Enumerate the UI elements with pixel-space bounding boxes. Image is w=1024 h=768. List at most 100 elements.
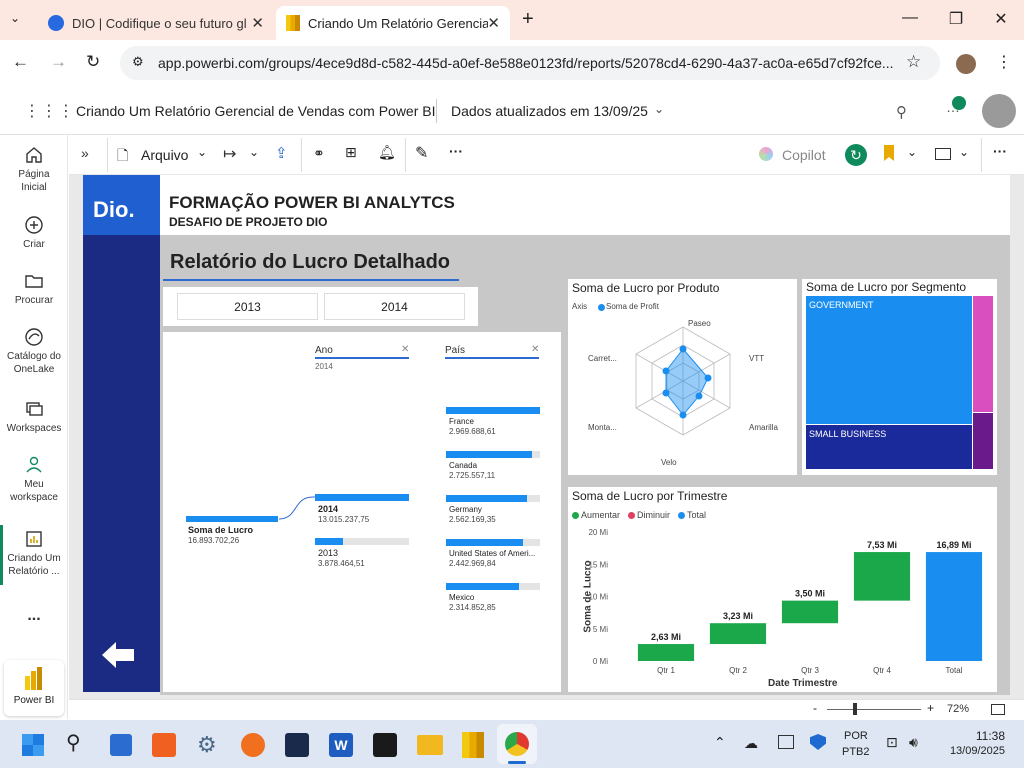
language-code[interactable]: POR <box>844 730 868 742</box>
rail-current-report[interactable]: Criando Um Relatório ... <box>0 529 68 578</box>
security-shield-icon[interactable] <box>810 734 826 750</box>
back-arrow-button[interactable] <box>100 640 136 670</box>
chevron-down-icon[interactable]: ⌄ <box>197 145 207 159</box>
rail-create[interactable]: Criar <box>0 215 68 251</box>
volume-icon[interactable]: 🔊︎ <box>909 734 918 751</box>
waterfall-bar[interactable] <box>709 623 767 645</box>
report-title[interactable]: Criando Um Relatório Gerencial de Vendas… <box>76 103 436 119</box>
treemap-segment-3[interactable] <box>973 296 993 412</box>
app-icon-black[interactable] <box>373 733 397 757</box>
chevron-down-icon[interactable]: ⌄ <box>249 145 259 159</box>
country-bar-track[interactable] <box>446 539 540 546</box>
url-box[interactable]: ⚙ app.powerbi.com/groups/4ece9d8d-c582-4… <box>120 46 940 80</box>
root-bar[interactable] <box>186 516 278 522</box>
onedrive-cloud-icon[interactable]: ☁ <box>744 735 758 752</box>
rail-powerbi[interactable]: Power BI <box>4 660 64 716</box>
share-icon[interactable]: ⇪ <box>275 144 288 162</box>
restore-icon[interactable]: ❐ <box>946 9 966 29</box>
subscribe-icon[interactable]: ⊞ <box>345 144 357 161</box>
export-arrow-icon[interactable]: ↦ <box>223 144 236 164</box>
year-node-value: 13.015.237,75 <box>318 515 370 524</box>
close-tab-icon[interactable]: ✕ <box>487 14 500 32</box>
rail-workspaces[interactable]: Workspaces <box>0 399 68 435</box>
expand-panes-icon[interactable]: » <box>81 145 89 161</box>
rail-more[interactable]: ... <box>0 608 68 624</box>
more-options-icon[interactable]: ··· <box>449 143 463 159</box>
tab-powerbi[interactable]: Criando Um Relatório Gerencial ✕ <box>276 6 510 40</box>
tray-chevron-up-icon[interactable]: ⌃ <box>714 734 726 751</box>
app-launcher-icon[interactable]: ⋮⋮⋮ <box>24 101 75 121</box>
back-icon[interactable]: ← <box>12 52 29 72</box>
search-icon[interactable]: ⚲ <box>66 730 81 755</box>
rail-my-workspace[interactable]: Meu workspace <box>0 455 68 504</box>
profile-avatar[interactable] <box>956 54 976 74</box>
close-window-icon[interactable]: ✕ <box>991 9 1011 29</box>
powerbi-taskbar-icon[interactable] <box>462 732 484 758</box>
waterfall-bar[interactable] <box>925 552 983 661</box>
zoom-slider-thumb[interactable] <box>853 703 857 715</box>
url-text[interactable]: app.powerbi.com/groups/4ece9d8d-c582-445… <box>158 55 894 71</box>
slicer-2013-button[interactable]: 2013 <box>177 293 318 320</box>
search-icon[interactable]: ⚲ <box>896 103 907 121</box>
zoom-out-icon[interactable]: - <box>813 701 817 715</box>
chevron-down-icon[interactable]: ⌄ <box>654 102 664 116</box>
view-icon[interactable] <box>935 148 951 160</box>
country-bar-track[interactable] <box>446 451 540 458</box>
file-menu[interactable]: Arquivo <box>141 147 188 163</box>
country-bar-track[interactable] <box>446 495 540 502</box>
word-icon[interactable]: W <box>329 733 353 757</box>
settings-gear-icon[interactable]: ⚙ <box>197 732 217 758</box>
display-icon[interactable] <box>778 735 794 749</box>
year-bar-track[interactable] <box>315 494 409 501</box>
keyboard-layout[interactable]: PTB2 <box>842 746 870 758</box>
year-bar-track[interactable] <box>315 538 409 545</box>
minimize-icon[interactable]: — <box>900 9 920 27</box>
chrome-icon[interactable] <box>505 732 529 756</box>
windows-start-icon[interactable] <box>22 734 44 756</box>
copilot-button[interactable]: Copilot <box>782 147 826 163</box>
clock-time[interactable]: 11:38 <box>951 729 1005 743</box>
more-options-icon[interactable]: ··· <box>993 143 1007 159</box>
file-explorer-icon[interactable] <box>417 735 443 755</box>
site-info-icon[interactable]: ⚙ <box>132 54 144 70</box>
tab-dio[interactable]: DIO | Codifique o seu futuro gl ✕ <box>38 6 274 40</box>
waterfall-bar[interactable] <box>637 644 695 661</box>
rail-home[interactable]: Página Inicial <box>0 145 68 194</box>
app-icon-dark[interactable] <box>285 733 309 757</box>
new-tab-icon[interactable]: + <box>522 8 534 31</box>
country-node-label: United States of Ameri... <box>449 549 536 558</box>
reset-icon[interactable]: ↻ <box>845 144 867 166</box>
bookmark-star-icon[interactable]: ☆ <box>906 52 921 72</box>
reload-icon[interactable]: ↻ <box>86 52 100 72</box>
app-icon-sublime[interactable] <box>241 733 265 757</box>
close-tab-icon[interactable]: ✕ <box>251 14 264 32</box>
network-icon[interactable]: ⊡ <box>886 734 898 751</box>
treemap-segment-4[interactable] <box>973 413 993 469</box>
treemap-government[interactable]: GOVERNMENT <box>806 296 972 424</box>
slicer-2014-button[interactable]: 2014 <box>324 293 465 320</box>
binoculars-icon[interactable]: ⚭ <box>313 145 325 162</box>
rail-browse[interactable]: Procurar <box>0 271 68 307</box>
waterfall-bar[interactable] <box>853 552 911 601</box>
zoom-in-icon[interactable]: + <box>927 701 934 715</box>
app-icon-orange[interactable] <box>152 733 176 757</box>
zoom-slider-track[interactable] <box>827 709 921 710</box>
country-bar-track[interactable] <box>446 583 540 590</box>
fit-page-icon[interactable] <box>991 704 1005 715</box>
user-avatar[interactable] <box>982 94 1016 128</box>
chevron-down-icon[interactable]: ⌄ <box>907 145 917 159</box>
browser-menu-icon[interactable]: ⋮ <box>996 52 1012 72</box>
rail-onelake[interactable]: Catálogo do OneLake <box>0 327 68 376</box>
tab-search-chevron-icon[interactable]: ⌄ <box>10 11 20 25</box>
chevron-down-icon[interactable]: ⌄ <box>959 145 969 159</box>
clock-date[interactable]: 13/09/2025 <box>935 745 1005 757</box>
bell-icon[interactable]: 🔔︎ <box>378 144 396 161</box>
store-icon[interactable] <box>110 734 132 756</box>
forward-icon[interactable]: → <box>50 52 67 72</box>
edit-pencil-icon[interactable]: ✎ <box>415 143 428 163</box>
country-bar-track[interactable] <box>446 407 540 414</box>
data-updated[interactable]: Dados atualizados em 13/09/25 <box>451 103 648 119</box>
bookmark-icon[interactable] <box>884 145 894 161</box>
treemap-small-business[interactable]: SMALL BUSINESS <box>806 425 972 469</box>
waterfall-bar[interactable] <box>781 600 839 624</box>
